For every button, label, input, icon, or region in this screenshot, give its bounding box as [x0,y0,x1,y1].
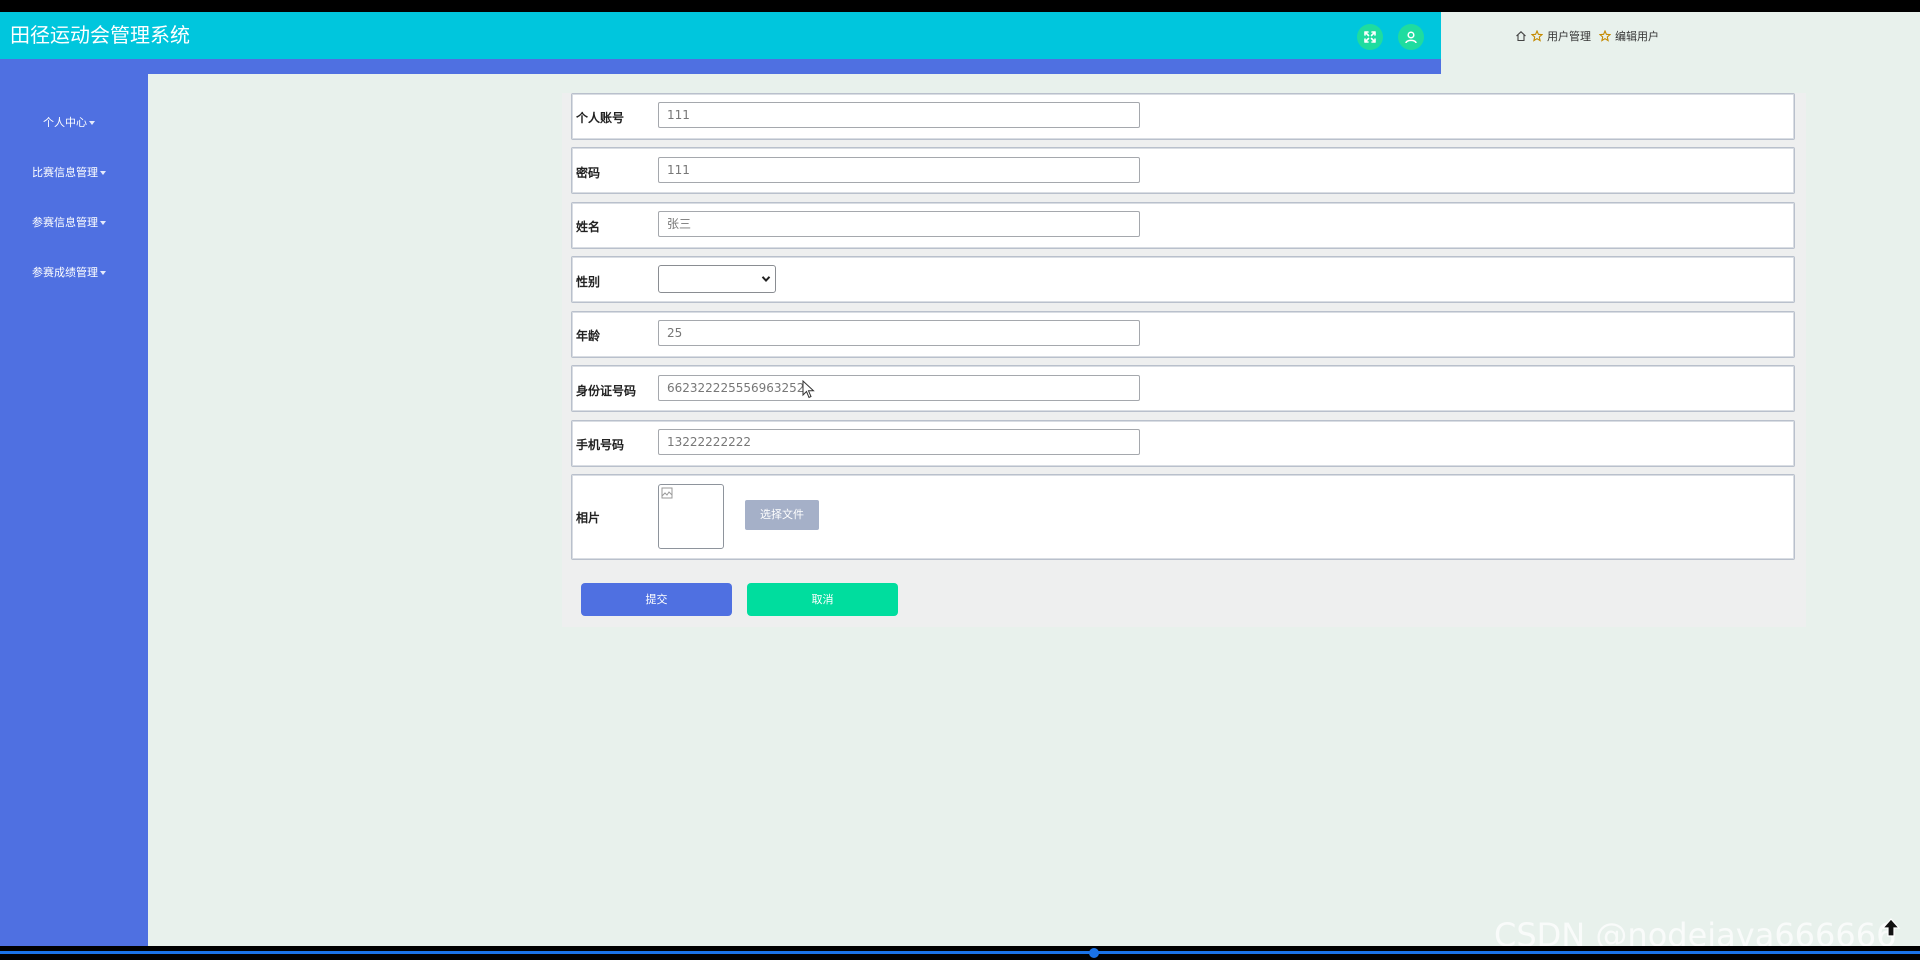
form-row-phone: 手机号码 13222222222 [571,420,1795,467]
photo-label: 相片 [576,511,601,525]
cancel-button[interactable]: 取消 [747,583,898,616]
app-window: 田径运动会管理系统 用户管理 编辑用户 个人中心 比赛信息管理 参赛信息管理 参… [0,12,1920,946]
form-row-password: 密码 111 [571,147,1795,194]
user-icon [1405,31,1417,44]
breadcrumb: 用户管理 编辑用户 [1515,28,1659,44]
sidebar-item-results[interactable]: 参赛成绩管理 [0,264,138,282]
header-accent-strip [0,59,1441,74]
chevron-down-icon [761,276,771,282]
password-input[interactable]: 111 [658,157,1140,183]
mouse-cursor-icon [802,380,815,399]
form-row-account: 个人账号 111 [571,93,1795,140]
id-number-input[interactable]: 662322225556963252 [658,375,1140,401]
broken-image-icon [661,487,673,499]
sidebar-item-label: 参赛成绩管理 [32,266,98,279]
back-to-top-icon[interactable] [1880,917,1902,939]
sidebar-item-match-info[interactable]: 比赛信息管理 [0,164,138,182]
name-input[interactable]: 张三 [658,211,1140,237]
sidebar-item-entry-info[interactable]: 参赛信息管理 [0,214,138,232]
form-row-photo: 相片 选择文件 [571,474,1795,560]
breadcrumb-item-edit-user: 编辑用户 [1615,30,1659,43]
gender-label: 性别 [576,275,601,289]
screen-frame: 田径运动会管理系统 用户管理 编辑用户 个人中心 比赛信息管理 参赛信息管理 参… [0,0,1920,960]
form-row-gender: 性别 [571,256,1795,303]
form-row-id-number: 身份证号码 662322225556963252 [571,365,1795,412]
progress-handle[interactable] [1089,948,1099,958]
id-number-label: 身份证号码 [576,384,637,398]
top-header: 田径运动会管理系统 [0,12,1441,59]
submit-button[interactable]: 提交 [581,583,732,616]
account-label: 个人账号 [576,111,625,125]
caret-down-icon [89,121,95,125]
caret-down-icon [100,171,106,175]
app-title: 田径运动会管理系统 [10,23,190,47]
age-input[interactable]: 25 [658,320,1140,346]
sidebar-item-personal-center[interactable]: 个人中心 [0,114,138,132]
sidebar-item-label: 比赛信息管理 [32,166,98,179]
home-icon[interactable] [1515,30,1527,42]
caret-down-icon [100,221,106,225]
main-content: 个人账号 111 密码 111 姓名 张三 性别 年龄 25 身份证号码 662… [148,74,1920,946]
breadcrumb-item-user-management[interactable]: 用户管理 [1547,28,1591,44]
progress-line [0,951,1920,954]
expand-arrows-icon [1364,31,1376,43]
phone-input[interactable]: 13222222222 [658,429,1140,455]
form-row-name: 姓名 张三 [571,202,1795,249]
name-label: 姓名 [576,220,601,234]
gender-select[interactable] [658,265,776,293]
password-label: 密码 [576,166,601,180]
sidebar: 个人中心 比赛信息管理 参赛信息管理 参赛成绩管理 [0,74,148,946]
fullscreen-button[interactable] [1357,24,1383,50]
caret-down-icon [100,271,106,275]
photo-preview [658,484,724,549]
star-icon [1531,30,1543,42]
form-row-age: 年龄 25 [571,311,1795,358]
sidebar-item-label: 参赛信息管理 [32,216,98,229]
edit-user-form: 个人账号 111 密码 111 姓名 张三 性别 年龄 25 身份证号码 662… [562,93,1806,627]
phone-label: 手机号码 [576,438,625,452]
star-icon [1599,30,1611,42]
sidebar-item-label: 个人中心 [43,116,87,129]
age-label: 年龄 [576,329,601,343]
account-input[interactable]: 111 [658,102,1140,128]
user-menu-button[interactable] [1398,24,1424,50]
choose-file-button[interactable]: 选择文件 [745,500,819,530]
watermark: CSDN @nodejava666666 [1494,916,1897,946]
